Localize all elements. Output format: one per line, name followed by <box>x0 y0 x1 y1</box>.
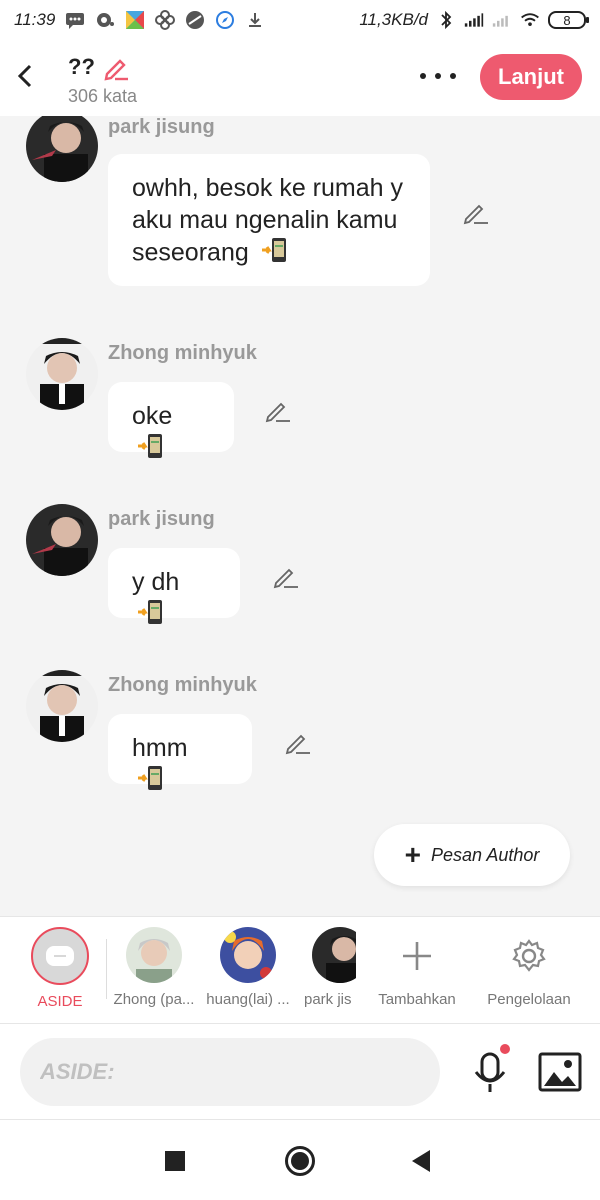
chevron-left-icon <box>17 64 32 88</box>
title-text: ?? <box>68 54 95 79</box>
sender-name: Zhong minhyuk <box>108 674 257 696</box>
phone-arrow-icon <box>136 598 166 634</box>
message-text: oke <box>132 402 173 430</box>
character-zhong[interactable]: Zhong (pa... <box>104 927 204 1008</box>
back-nav-button[interactable] <box>412 1150 430 1172</box>
download-icon <box>245 11 265 29</box>
message-icon <box>65 11 85 29</box>
globe-icon <box>185 11 205 29</box>
battery-indicator: 8 <box>548 11 589 29</box>
pencil-icon[interactable] <box>101 52 131 82</box>
recents-button[interactable] <box>165 1151 185 1171</box>
character-label: park jis <box>304 991 352 1008</box>
message-bubble[interactable]: owhh, besok ke rumah y aku mau ngenalin … <box>108 154 430 286</box>
signal-icon <box>464 11 484 29</box>
character-park[interactable]: park jis <box>300 927 356 1008</box>
message-input[interactable] <box>20 1038 440 1106</box>
avatar-park-jisung[interactable] <box>26 504 98 576</box>
sender-name: park jisung <box>108 508 215 530</box>
gear-icon <box>512 939 546 972</box>
sender-name: Zhong minhyuk <box>108 342 257 364</box>
compass-icon <box>215 11 235 29</box>
edit-message-icon[interactable] <box>272 562 300 590</box>
back-button[interactable] <box>14 60 42 92</box>
character-label: Zhong (pa... <box>113 991 195 1008</box>
more-options-button[interactable] <box>420 62 456 90</box>
add-character-label: Tambahkan <box>378 991 456 1008</box>
dot-icon <box>450 73 456 79</box>
dot-icon <box>435 73 441 79</box>
message-text: hmm <box>132 734 188 762</box>
word-count: 306 kata <box>68 86 138 106</box>
message-bubble[interactable]: oke <box>108 382 234 458</box>
chat-app-icon <box>95 11 115 29</box>
edit-message-icon[interactable] <box>462 198 490 226</box>
network-speed: 11,3KB/d <box>359 10 428 29</box>
home-button[interactable] <box>285 1146 315 1176</box>
phone-arrow-icon <box>260 236 290 272</box>
author-message-button[interactable]: + Pesan Author <box>374 824 570 886</box>
edit-message-icon[interactable] <box>264 396 292 424</box>
add-character-button[interactable]: Tambahkan <box>362 927 472 1008</box>
message-bubble[interactable]: y dh <box>108 548 240 624</box>
bluetooth-icon <box>436 10 456 30</box>
phone-arrow-icon <box>136 764 166 800</box>
chat-area[interactable]: park jisung owhh, besok ke rumah y aku m… <box>0 116 600 916</box>
pinwheel-icon <box>155 10 176 30</box>
system-nav-bar <box>0 1120 600 1200</box>
avatar-zhong-minhyuk[interactable] <box>26 338 98 410</box>
character-huang[interactable]: huang(lai) ... <box>198 927 298 1008</box>
character-label: huang(lai) ... <box>206 991 290 1008</box>
avatar-park-jisung[interactable] <box>26 116 98 182</box>
character-aside[interactable]: ASIDE <box>10 927 110 1010</box>
status-time: 11:39 <box>14 10 56 29</box>
character-bar: ASIDE Zhong (pa... huang(lai) ... park j… <box>0 916 600 1024</box>
manage-characters-label: Pengelolaan <box>487 991 571 1008</box>
notification-dot <box>500 1044 510 1054</box>
aside-bubble-icon <box>46 946 74 966</box>
character-avatar <box>220 927 276 983</box>
phone-arrow-icon <box>136 432 166 468</box>
character-avatar <box>312 927 356 983</box>
next-button[interactable]: Lanjut <box>480 54 582 100</box>
signal-weak-icon <box>492 11 512 29</box>
author-message-label: Pesan Author <box>430 844 540 865</box>
message-bubble[interactable]: hmm <box>108 714 252 790</box>
character-label: ASIDE <box>37 993 83 1010</box>
aside-avatar <box>31 927 89 985</box>
plus-icon: + <box>404 839 421 870</box>
avatar-zhong-minhyuk[interactable] <box>26 670 98 742</box>
microphone-icon[interactable] <box>470 1052 510 1094</box>
dot-icon <box>420 73 426 79</box>
edit-message-icon[interactable] <box>284 728 312 756</box>
status-bar: 11:39 11,3KB/d 8 <box>0 0 600 40</box>
app-header: ?? 306 kata Lanjut <box>0 40 600 116</box>
image-icon[interactable] <box>538 1052 582 1092</box>
kite-app-icon <box>125 11 145 29</box>
sender-name: park jisung <box>108 116 215 138</box>
plus-icon <box>403 942 431 970</box>
composer-bar <box>0 1024 600 1120</box>
character-avatar <box>126 927 182 983</box>
message-text: y dh <box>132 568 180 596</box>
page-title[interactable]: ?? <box>68 52 131 82</box>
wifi-icon <box>520 11 540 29</box>
manage-characters-button[interactable]: Pengelolaan <box>474 927 584 1008</box>
